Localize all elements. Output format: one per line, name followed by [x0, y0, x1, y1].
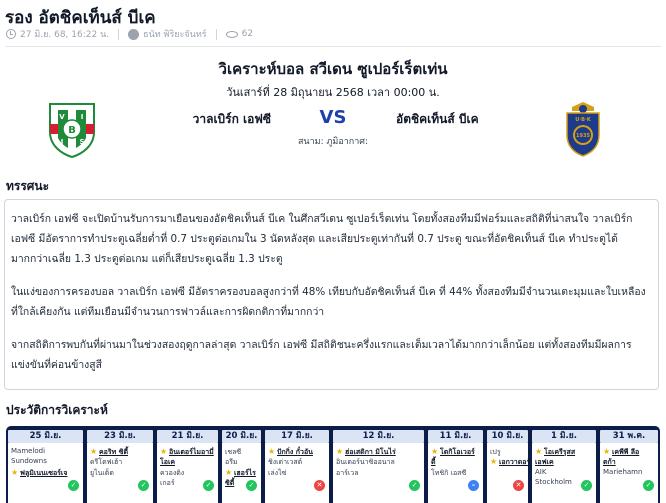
star-icon: ★	[90, 447, 98, 456]
history-date: 1 มิ.ย.	[532, 430, 596, 443]
history-date: 25 มิ.ย.	[8, 430, 83, 443]
star-icon: ★	[431, 447, 439, 456]
opinion-heading: ทรรศนะ	[6, 179, 50, 193]
analysis-pick[interactable]: เฮอร์ไร	[234, 468, 256, 479]
analysis-pick[interactable]: ฟลูมิเนนเซอร์เจ	[20, 468, 67, 479]
history-item[interactable]: 1 มิ.ย. ★ โอเครีรุสส เอฟเค AIK Stockholm ✓	[530, 426, 598, 503]
result-icon: ✓	[203, 480, 214, 491]
team-name: ดรีโตฟเฮ้า	[90, 458, 123, 466]
away-team-name: อัตชิคเท็นส์ บีเค	[396, 112, 479, 126]
result-icon: –	[468, 480, 479, 491]
history-date: 10 มิ.ย.	[487, 430, 528, 443]
result-icon: ✓	[581, 480, 592, 491]
star-icon: ★	[490, 457, 498, 466]
team-name: โทชิกิ เอสซี	[431, 469, 467, 477]
user-icon	[128, 28, 140, 40]
history-body: ★ โอเครีรุสส เอฟเค AIK Stockholm ✓	[532, 443, 596, 503]
history-date: 23 มิ.ย.	[87, 430, 153, 443]
view-count: 62	[241, 29, 254, 39]
star-icon: ★	[535, 447, 543, 456]
team-name: Mariehamn	[603, 468, 643, 476]
author-name[interactable]: ธนัท พิริยะจันทร์	[143, 27, 207, 41]
analysis-pick[interactable]: เคพีพี ลีอ	[612, 447, 639, 458]
analysis-pick[interactable]: ซิตี้	[225, 478, 234, 489]
team-name: อาร์เวล	[336, 469, 359, 477]
analysis-pick[interactable]: เอฟเค	[535, 457, 554, 468]
history-body: ★ อินเตอร์ไมอามี่ โอเค ควองติง เกอร์ ✓	[157, 443, 218, 503]
publish-date: 27 มิ.ย. 68, 16:22 น.	[20, 30, 110, 40]
star-icon: ★	[225, 468, 233, 477]
team-name: Mamelodi	[11, 447, 46, 455]
meta-separator	[215, 28, 217, 40]
analysis-pick[interactable]: อินเตอร์ไมอามี่	[169, 447, 214, 458]
analysis-pick[interactable]: ตก้า	[603, 457, 616, 468]
header-divider	[5, 46, 661, 47]
team-name: AIK	[535, 468, 547, 476]
history-item[interactable]: 23 มิ.ย. ★ คอริท ซิตี้ ดรีโตฟเฮ้า ยูไนเต็ด ✓	[85, 426, 155, 503]
eye-icon	[225, 30, 238, 38]
clock-icon	[6, 29, 16, 39]
history-body: ★ ปักกิ่ง กั๋วอัน ชิงเต่าเวสต์ เล่งไซ่ ✕	[265, 443, 329, 503]
star-icon: ★	[336, 447, 344, 456]
history-item[interactable]: 31 พ.ค. ★ เคพีพี ลีอ ตก้า Mariehamn ✓	[598, 426, 660, 503]
result-icon: ✕	[513, 480, 524, 491]
team-name: อินเตอร์นาซิออนาล	[336, 458, 395, 466]
history-body: ★ คอริท ซิตี้ ดรีโตฟเฮ้า ยูไนเต็ด ✓	[87, 443, 153, 503]
analysis-title: วิเคราะห์บอล สวีเดน ซูเปอร์เร็ตเท่น	[218, 60, 448, 78]
star-icon: ★	[11, 468, 19, 477]
result-icon: ✓	[643, 480, 654, 491]
history-body: Mamelodi Sundowns ★ ฟลูมิเนนเซอร์เจ ✓	[8, 443, 83, 503]
history-strip[interactable]: 25 มิ.ย. Mamelodi Sundowns ★ ฟลูมิเนนเซอร์เจ…	[6, 426, 660, 503]
history-body: ★ ฮ่อเสดิกา มิโนไร่ อินเตอร์นาซิออนาล อาร์เ…	[333, 443, 424, 503]
team-name: Sundowns	[11, 457, 47, 465]
opinion-paragraph: วาลเบิร์ก เอฟซี จะเปิดบ้านรับการมาเยือนข…	[11, 213, 633, 265]
history-date: 12 มิ.ย.	[333, 430, 424, 443]
svg-text:U·B·K: U·B·K	[575, 117, 592, 123]
history-date: 31 พ.ค.	[600, 430, 658, 443]
article-meta: 27 มิ.ย. 68, 16:22 น. ธนัท พิริยะจันทร์ …	[6, 27, 253, 41]
team-name: ยูไนเต็ด	[90, 469, 114, 477]
team-name: ชิงเต่าเวสต์	[268, 458, 303, 466]
result-icon: ✓	[246, 480, 257, 491]
match-datetime: วันเสาร์ที่ 28 มิถุนายน 2568 เวลา 00:00 …	[226, 86, 440, 99]
analysis-pick[interactable]: โอเค	[160, 457, 175, 468]
history-body: เชลซี อรีม ★ เฮอร์ไร ซิตี้ ✓	[222, 443, 261, 503]
star-icon: ★	[268, 447, 276, 456]
team-name: Stockholm	[535, 478, 572, 486]
opinion-paragraph: ในแง่ของการครองบอล วาลเบิร์ก เอฟซี มีอัต…	[11, 286, 646, 318]
history-item[interactable]: 20 มิ.ย. เชลซี อรีม ★ เฮอร์ไร ซิตี้ ✓	[220, 426, 263, 503]
history-item[interactable]: 25 มิ.ย. Mamelodi Sundowns ★ ฟลูมิเนนเซอร์เจ…	[6, 426, 85, 503]
star-icon: ★	[160, 447, 168, 456]
history-item[interactable]: 21 มิ.ย. ★ อินเตอร์ไมอามี่ โอเค ควองติง เกอร์…	[155, 426, 220, 503]
team-name: อรีม	[225, 458, 238, 466]
history-date: 11 มิ.ย.	[428, 430, 483, 443]
history-date: 17 มิ.ย.	[265, 430, 329, 443]
history-body: ★ โตกิโอเวอร์ดี้ โทชิกิ เอสซี –	[428, 443, 483, 503]
meta-separator	[118, 28, 120, 40]
result-icon: ✓	[138, 480, 149, 491]
history-heading: ประวัติการวิเคราะห์	[6, 403, 108, 417]
history-body: เปรู ★ เอกวาดอร์ ✕	[487, 443, 530, 503]
analysis-pick[interactable]: เอกวาดอร์	[499, 457, 530, 468]
result-icon: ✓	[68, 480, 79, 491]
history-item[interactable]: 17 มิ.ย. ★ ปักกิ่ง กั๋วอัน ชิงเต่าเวสต์ เล่ง…	[263, 426, 331, 503]
away-team-logo: U·B·K 1935	[566, 102, 600, 157]
history-date: 20 มิ.ย.	[222, 430, 261, 443]
opinion-paragraph: จากสถิติการพบกันที่ผ่านมาในช่วงสองฤดูกาล…	[11, 339, 632, 371]
team-name: เกอร์	[160, 479, 175, 487]
svg-text:1935: 1935	[576, 133, 590, 139]
history-item[interactable]: 10 มิ.ย. เปรู ★ เอกวาดอร์ ✕	[485, 426, 530, 503]
result-icon: ✓	[409, 480, 420, 491]
history-date: 21 มิ.ย.	[157, 430, 218, 443]
analysis-pick[interactable]: ดี้	[431, 457, 436, 468]
team-name: เล่งไซ่	[268, 469, 287, 477]
opinion-box: วาลเบิร์ก เอฟซี จะเปิดบ้านรับการมาเยือนข…	[4, 199, 659, 390]
history-body: ★ เคพีพี ลีอ ตก้า Mariehamn ✓	[600, 443, 658, 503]
star-icon: ★	[603, 447, 611, 456]
history-item[interactable]: 12 มิ.ย. ★ ฮ่อเสดิกา มิโนไร่ อินเตอร์นาซิออ…	[331, 426, 426, 503]
history-item[interactable]: 11 มิ.ย. ★ โตกิโอเวอร์ ดี้ โทชิกิ เอสซี –	[426, 426, 485, 503]
result-icon: ✕	[314, 480, 325, 491]
analysis-pick[interactable]: โตกิโอเวอร์	[440, 447, 475, 458]
